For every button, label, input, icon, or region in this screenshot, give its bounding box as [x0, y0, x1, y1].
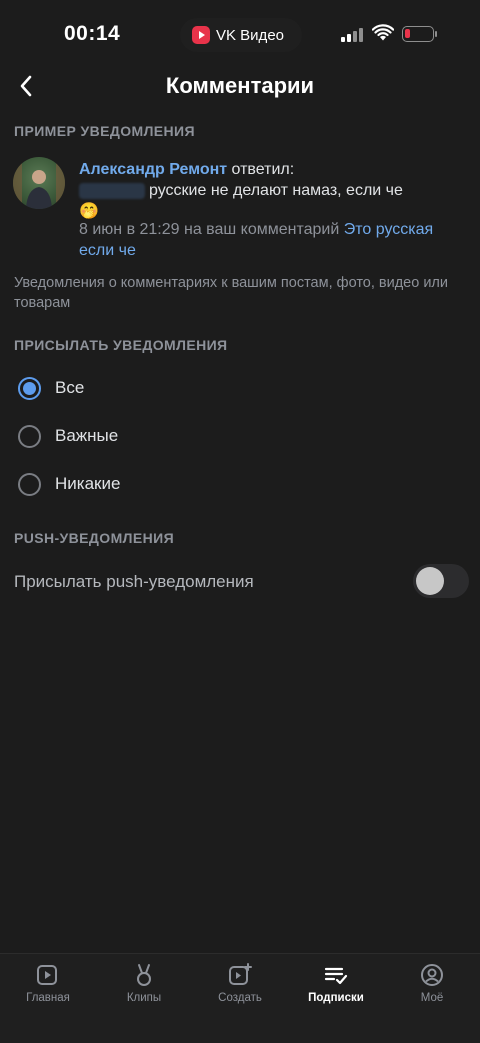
tab-create[interactable]: Создать	[192, 962, 288, 1012]
status-bar: 00:14 VK Видео	[0, 0, 480, 70]
notification-date: 8 июн в 21:29 на ваш комментарий	[79, 221, 340, 238]
notification-meta: 8 июн в 21:29 на ваш комментарий Это рус…	[79, 219, 459, 261]
notification-text: Александр Ремонт ответил: русские не дел…	[79, 159, 469, 222]
tab-home[interactable]: Главная	[0, 962, 96, 1012]
send-section-title: ПРИСЫЛАТЬ УВЕДОМЛЕНИЯ	[14, 337, 228, 353]
radio-checked-icon[interactable]	[18, 376, 41, 400]
tab-profile[interactable]: Моё	[384, 962, 480, 1012]
push-toggle-row[interactable]: Присылать push-уведомления	[0, 558, 480, 606]
tab-label: Главная	[26, 992, 70, 1004]
radio-unchecked-icon[interactable]	[18, 424, 41, 448]
tab-bar: Главная Клипы Создать Подписки Моё	[0, 953, 480, 1043]
tab-label: Подписки	[308, 992, 364, 1004]
nav-header: Комментарии	[0, 64, 480, 108]
blurred-name	[79, 182, 145, 199]
push-section-title: PUSH-УВЕДОМЛЕНИЯ	[14, 530, 175, 546]
radio-unchecked-icon[interactable]	[18, 472, 41, 496]
create-video-icon	[229, 963, 252, 985]
push-toggle-switch[interactable]	[413, 564, 469, 598]
notification-description: Уведомления о комментариях к вашим поста…	[14, 275, 448, 311]
battery-icon	[402, 26, 437, 42]
tab-clips[interactable]: Клипы	[96, 962, 192, 1012]
play-square-icon	[37, 965, 57, 985]
radio-label: Важные	[55, 426, 119, 445]
notification-action: ответил:	[231, 161, 295, 178]
vk-video-logo-icon	[192, 26, 210, 44]
profile-icon	[421, 964, 443, 986]
toggle-knob	[416, 567, 444, 595]
radio-label: Все	[55, 378, 85, 397]
radio-label: Никакие	[55, 474, 121, 493]
person-photo-icon	[13, 157, 65, 209]
tab-label: Создать	[218, 992, 262, 1004]
radio-option-important[interactable]: Важные	[0, 412, 480, 460]
example-section-title: ПРИМЕР УВЕДОМЛЕНИЯ	[14, 123, 195, 139]
radio-option-none[interactable]: Никакие	[0, 460, 480, 508]
avatar	[13, 157, 65, 209]
cellular-signal-icon	[341, 28, 363, 42]
wifi-icon	[372, 24, 394, 41]
push-toggle-label: Присылать push-уведомления	[14, 572, 254, 591]
notification-author[interactable]: Александр Ремонт	[79, 161, 227, 178]
status-time: 00:14	[64, 22, 121, 45]
notification-message: русские не делают намаз, если че	[149, 182, 403, 199]
tab-label: Моё	[420, 992, 444, 1004]
radio-option-all[interactable]: Все	[0, 364, 480, 412]
app-name: VK Видео	[216, 26, 284, 44]
app-indicator-pill[interactable]: VK Видео	[180, 18, 302, 52]
face-emoji-icon: 🤭	[79, 203, 99, 220]
clips-icon	[137, 964, 151, 986]
subscriptions-icon	[324, 967, 348, 985]
page-title: Комментарии	[165, 73, 315, 98]
tab-label: Клипы	[126, 992, 162, 1004]
tab-subscriptions[interactable]: Подписки	[288, 962, 384, 1012]
